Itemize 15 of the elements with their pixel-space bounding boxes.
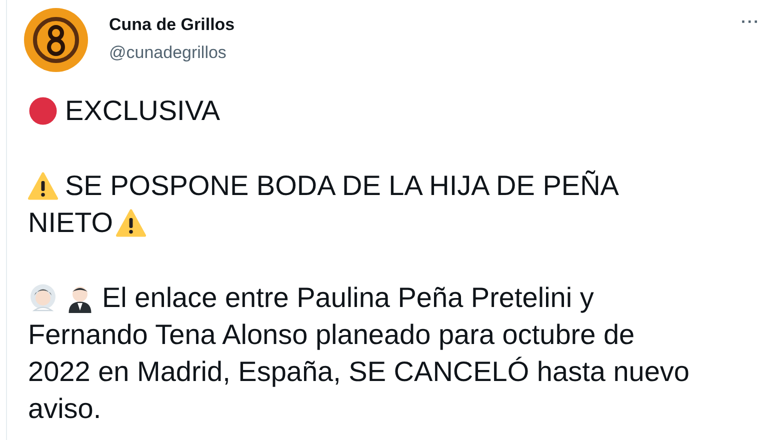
author-handle[interactable]: @cunadegrillos xyxy=(109,42,738,64)
warning-icon xyxy=(116,208,146,238)
tweet-text: aviso. xyxy=(28,392,102,426)
tweet-text: 2022 en Madrid, España, SE CANCELÓ hasta nuevo xyxy=(28,355,690,389)
tweet-text: El enlace entre Paulina Peña Pretelini y xyxy=(102,281,594,315)
bride-icon xyxy=(28,282,58,312)
more-button[interactable]: ··· xyxy=(737,14,764,32)
tweet-text: SE POSPONE BODA DE LA HIJA DE PEÑA xyxy=(65,169,619,203)
warning-icon xyxy=(28,170,58,200)
tweet-text: NIETO xyxy=(28,206,114,240)
author-name[interactable]: Cuna de Grillos xyxy=(109,14,738,36)
avatar-icon[interactable] xyxy=(24,8,88,72)
tweet-text: Fernando Tena Alonso planeado para octubre de xyxy=(28,318,635,352)
circle-icon xyxy=(28,96,58,126)
tweet-text: EXCLUSIVA xyxy=(65,94,220,128)
